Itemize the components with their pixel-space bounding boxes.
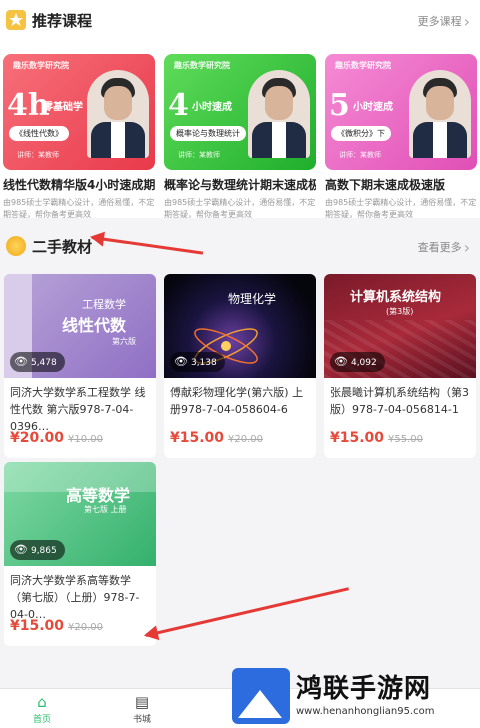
course-description: 由985硕士学霸精心设计，通俗易懂，不定期答疑，帮你备考更高效 [3,198,155,219]
cover-edition: 第七版 上册 [84,505,127,514]
teacher-portrait [409,70,471,158]
course-subtitle: 零基础学 [43,102,83,113]
cover-title: 物理化学 [228,292,277,306]
current-price: ¥15.00 [170,430,225,446]
textbook-grid: 工程数学 线性代数 第六版 👁 5,478 同济大学数学系工程数学 线性代数 第六… [0,258,480,648]
tab-label: 书城 [132,715,151,725]
course-teacher: 讲师：某教师 [17,151,59,159]
course-thumbnail: 趣乐数学研究院 4h 零基础学 《线性代数》 讲师：某教师 [3,54,155,170]
more-courses-link[interactable]: 更多课程 › [418,12,470,31]
tab-home[interactable]: ⌂ 首页 [12,693,72,725]
eye-icon: 👁 [174,355,188,368]
course-subject-pill: 《微积分》下 [331,126,391,141]
view-count-value: 9,865 [30,546,57,556]
course-hours: 5 [329,88,350,123]
original-price: ¥20.00 [228,434,264,445]
original-price: ¥55.00 [388,434,424,445]
current-price: ¥15.00 [10,618,65,634]
course-hours: 4 [168,88,189,123]
book-price: ¥15.00 ¥55.00 [330,430,423,446]
bookstore-icon: ▤ [134,693,150,711]
textbook-card[interactable]: 计算机系统结构 (第3版) 👁 4,092 张晨曦计算机系统结构（第3版）978-… [324,274,476,458]
textbook-card[interactable]: 高等数学 第七版 上册 👁 9,865 同济大学数学系高等数学（第七版）（上册）9… [4,462,156,646]
course-teacher: 讲师：某教师 [178,151,220,159]
teacher-portrait [248,70,310,158]
course-teacher: 讲师：某教师 [339,151,381,159]
course-name: 高数下期末速成极速版 [325,178,446,192]
course-name: 线性代数精华版4小时速成期末… [3,178,155,192]
cover-title: 工程数学 [82,298,126,311]
book-price: ¥15.00 ¥20.00 [170,430,263,446]
course-description: 由985硕士学霸精心设计，通俗易懂，不定期答疑，帮你备考更高效 [325,198,477,219]
chevron-right-icon: › [463,238,470,257]
recommended-header: 推荐课程 更多课程 › [0,0,480,40]
watermark-url: www.henanhonglian95.com [296,706,435,717]
book-title: 同济大学数学系工程数学 线性代数 第六版978-7-04-0396… [10,386,146,433]
course-thumbnail: 趣乐数学研究院 4 小时速成 概率论与数理统计 讲师：某教师 [164,54,316,170]
chevron-right-icon: › [463,12,470,31]
book-title: 同济大学数学系高等数学（第七版）（上册）978-7-04-0… [10,574,140,621]
course-subtitle: 小时速成 [353,102,393,113]
see-more-link[interactable]: 查看更多 › [418,238,470,257]
view-count-value: 4,092 [350,358,377,368]
cover-edition: 第六版 [112,337,136,346]
tab-label: 首页 [32,715,51,725]
original-price: ¥10.00 [68,434,104,445]
recommended-title: 推荐课程 [32,12,93,30]
book-title: 张晨曦计算机系统结构（第3版）978-7-04-056814-1 [330,386,469,416]
site-watermark: 鸿联手游网 www.henanhonglian95.com [232,668,476,724]
view-count: 👁 9,865 [10,540,65,560]
see-more-label: 查看更多 [417,241,462,254]
textbook-card[interactable]: 工程数学 线性代数 第六版 👁 5,478 同济大学数学系工程数学 线性代数 第六… [4,274,156,458]
eye-icon: 👁 [334,355,348,368]
course-subject-pill: 《线性代数》 [9,126,69,141]
current-price: ¥20.00 [10,430,65,446]
cover-subtitle: 线性代数 [62,316,127,335]
course-description: 由985硕士学霸精心设计，通俗易懂，不定期答疑，帮你备考更高效 [164,198,316,219]
current-price: ¥15.00 [330,430,385,446]
course-card[interactable]: 趣乐数学研究院 4 小时速成 概率论与数理统计 讲师：某教师 概率论与数理统计期… [164,54,316,221]
cover-title: 高等数学 [66,486,131,505]
course-list: 趣乐数学研究院 4h 零基础学 《线性代数》 讲师：某教师 线性代数精华版4小时… [0,40,480,221]
course-brand: 趣乐数学研究院 [13,61,69,70]
cover-title: 计算机系统结构 [350,290,442,305]
view-count: 👁 3,138 [170,352,225,372]
view-count: 👁 4,092 [330,352,385,372]
star-badge-icon [6,10,26,30]
watermark-text: 鸿联手游网 [296,674,432,704]
cover-edition: (第3版) [386,307,414,316]
view-count-value: 5,478 [30,358,57,368]
book-price: ¥15.00 ¥20.00 [10,618,103,634]
course-subtitle: 小时速成 [192,102,232,113]
book-price: ¥20.00 ¥10.00 [10,430,103,446]
course-card[interactable]: 趣乐数学研究院 5 小时速成 《微积分》下 讲师：某教师 高数下期末速成极速版 … [325,54,477,221]
original-price: ¥20.00 [68,622,104,633]
teacher-portrait [87,70,149,158]
eye-icon: 👁 [14,543,28,556]
view-count: 👁 5,478 [10,352,65,372]
watermark-logo [232,668,290,724]
eye-icon: 👁 [14,355,28,368]
view-count-value: 3,138 [190,358,217,368]
coin-badge-icon [6,236,26,256]
course-name: 概率论与数理统计期末速成极… [164,178,316,192]
textbook-card[interactable]: 物理化学 👁 3,138 傅献彩物理化学(第六版) 上册978-7-04-0586… [164,274,316,458]
course-subject-pill: 概率论与数理统计 [170,126,246,141]
course-thumbnail: 趣乐数学研究院 5 小时速成 《微积分》下 讲师：某教师 [325,54,477,170]
home-icon: ⌂ [37,693,47,711]
more-courses-label: 更多课程 [417,15,462,28]
book-title: 傅献彩物理化学(第六版) 上册978-7-04-058604-6 [170,386,304,416]
course-brand: 趣乐数学研究院 [174,61,230,70]
course-brand: 趣乐数学研究院 [335,61,391,70]
textbooks-title: 二手教材 [32,238,93,256]
course-card[interactable]: 趣乐数学研究院 4h 零基础学 《线性代数》 讲师：某教师 线性代数精华版4小时… [3,54,155,221]
tab-bookstore[interactable]: ▤ 书城 [112,693,172,725]
